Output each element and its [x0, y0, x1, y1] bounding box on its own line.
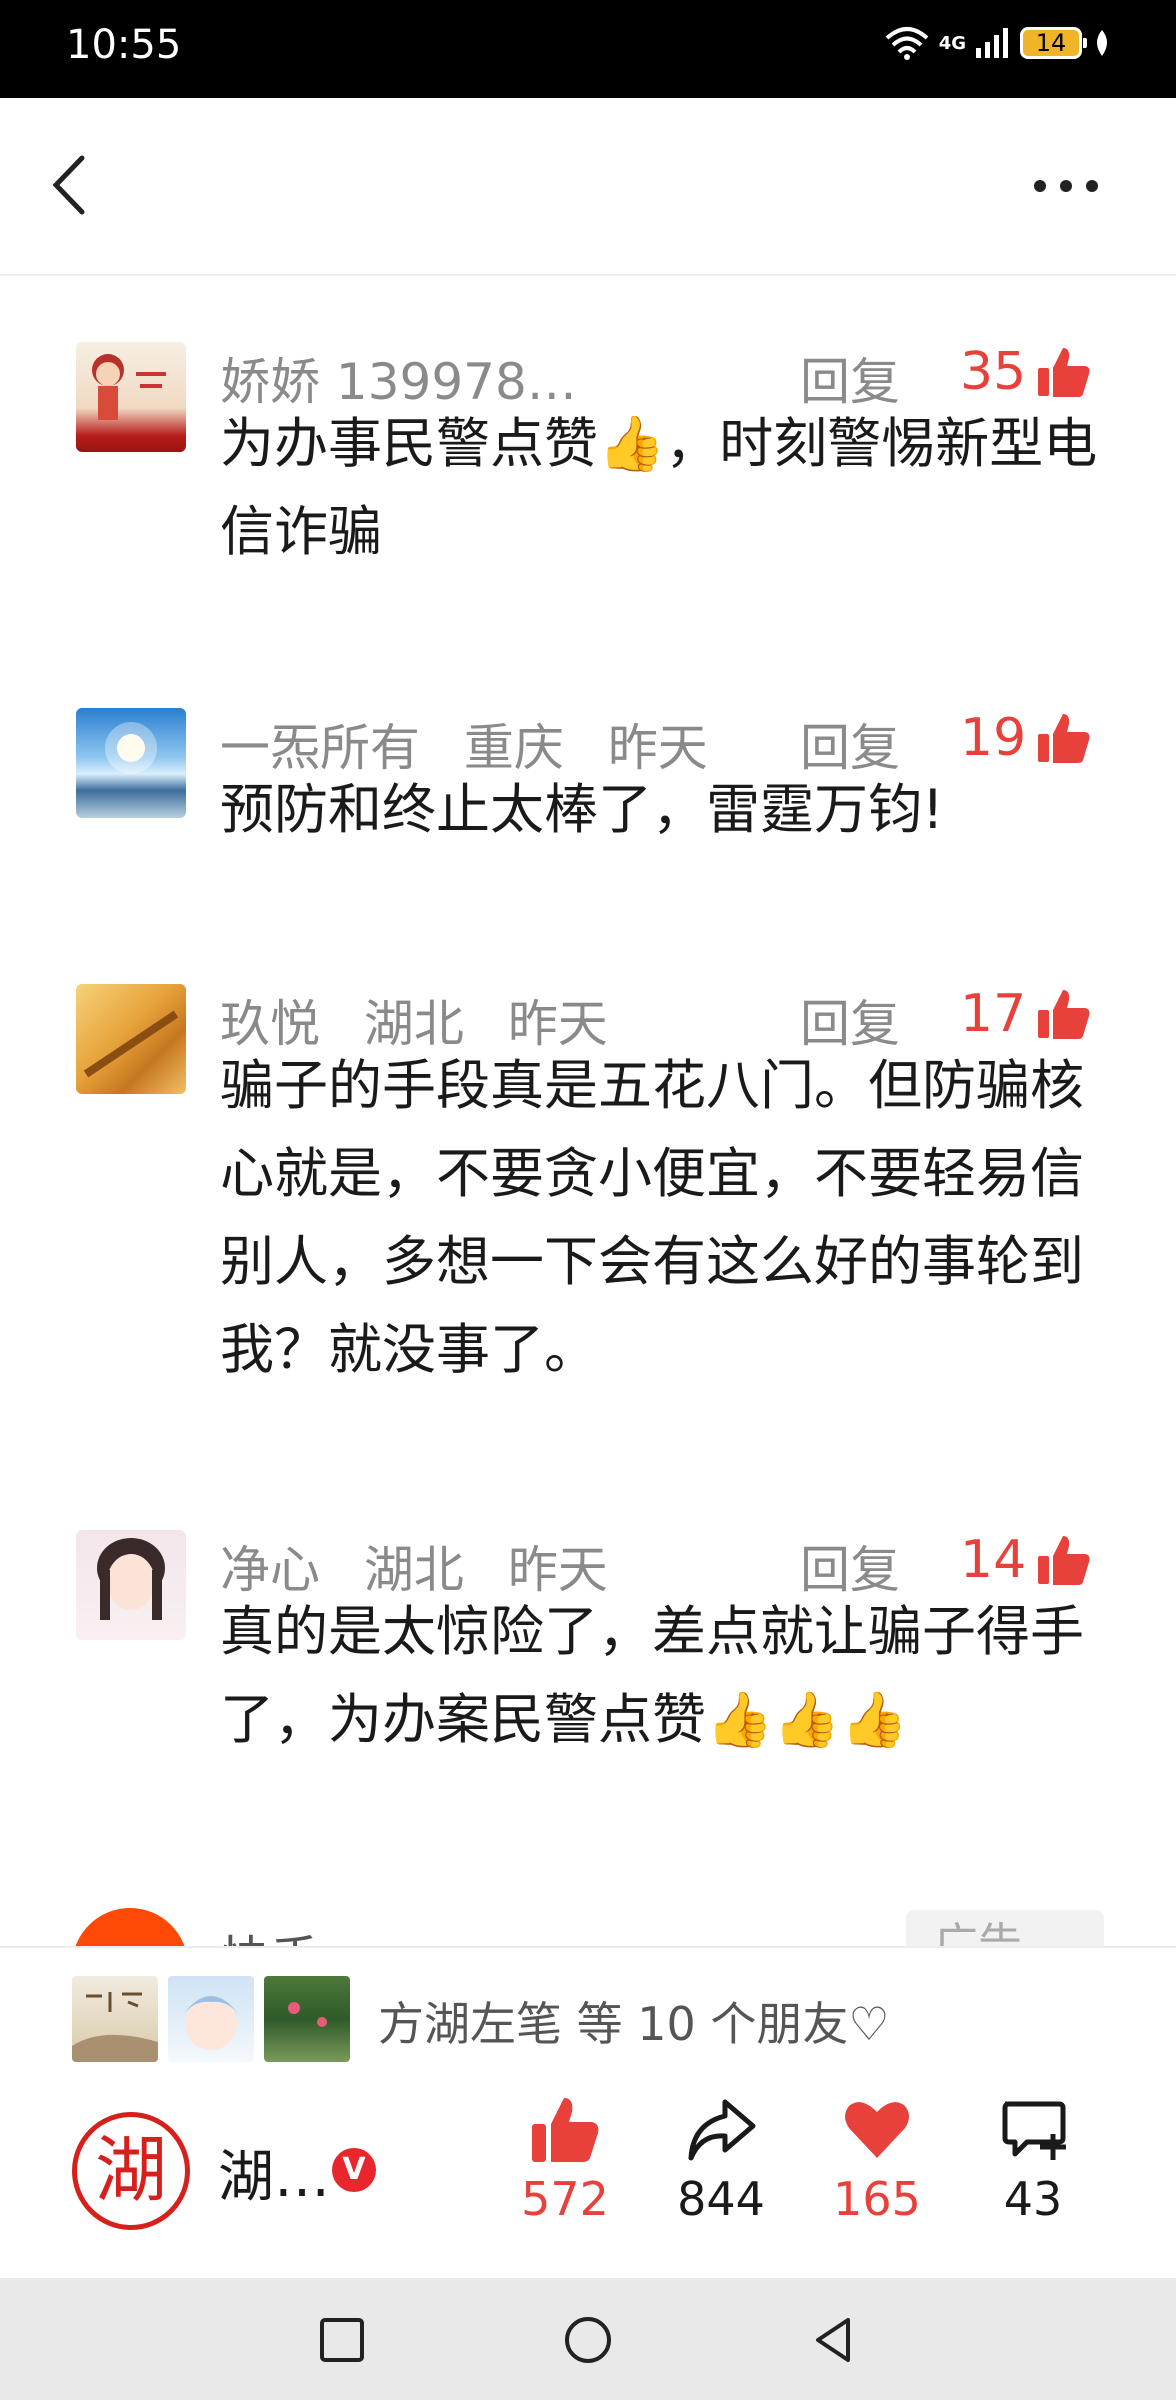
comment-text: 预防和终止太棒了，雷霆万钧! — [220, 778, 944, 841]
status-time: 10:55 — [66, 22, 182, 68]
home-icon[interactable] — [560, 2312, 616, 2368]
verified-badge-icon: V — [332, 2148, 376, 2192]
friend-thumbnail[interactable] — [264, 1976, 350, 2062]
avatar-image — [92, 354, 166, 420]
user-avatar[interactable] — [76, 984, 186, 1094]
user-avatar[interactable] — [76, 342, 186, 452]
signal-icon — [976, 28, 1008, 58]
comment-add-icon — [1002, 2101, 1066, 2160]
leaf-icon — [1097, 30, 1107, 56]
favorite-action-button[interactable]: 165 — [812, 2094, 942, 2226]
status-bar: 10:55 4G 14 — [0, 0, 1176, 98]
thumbs-up-icon[interactable] — [1036, 344, 1092, 400]
friend-image — [72, 1992, 158, 2062]
comment-count: 43 — [1003, 2172, 1063, 2226]
share-count: 844 — [677, 2172, 765, 2226]
friend-image — [288, 2002, 327, 2027]
wifi-icon — [885, 27, 929, 60]
friend-thumbnail[interactable] — [72, 1976, 158, 2062]
comment-like[interactable]: 14 — [960, 1530, 1092, 1590]
network-label: 4G — [938, 32, 966, 54]
chevron-left-icon[interactable] — [46, 150, 96, 220]
friend-thumbnail[interactable] — [168, 1976, 254, 2062]
back-triangle-icon[interactable] — [806, 2312, 862, 2368]
avatar-image — [105, 722, 157, 774]
like-count: 572 — [521, 2172, 609, 2226]
system-nav-bar — [0, 2278, 1176, 2400]
comment-text: 真的是太惊险了，差点就让骗子得手了，为办案民警点赞👍👍👍 — [220, 1600, 1084, 1751]
kuaishou-logo-icon — [72, 1908, 188, 1946]
account-logo[interactable]: 湖 — [72, 2112, 190, 2230]
account-name[interactable]: 湖… — [218, 2132, 330, 2213]
recent-apps-icon[interactable] — [314, 2312, 370, 2368]
comment-text: 骗子的手段真是五花八门。但防骗核心就是，不要贪小便宜，不要轻易信别人，多想一下会… — [220, 1054, 1084, 1381]
thumbs-up-icon[interactable] — [1036, 1532, 1092, 1588]
bottom-panel: 方湖左笔 等 10 个朋友♡ 湖 湖… V 572 844 165 43 — [0, 1946, 1176, 2280]
comment-action-button[interactable]: 43 — [968, 2094, 1098, 2226]
avatar-image — [83, 1010, 179, 1078]
ad-tag[interactable]: 广告 ⌄ — [906, 1910, 1104, 1946]
like-count: 14 — [960, 1530, 1027, 1590]
comment-like[interactable]: 17 — [960, 984, 1092, 1044]
thumbs-up-icon[interactable] — [1036, 986, 1092, 1042]
avatar-image — [97, 1538, 165, 1620]
comment-text: 为办事民警点赞👍，时刻警惕新型电信诈骗 — [220, 412, 1098, 563]
like-action-button[interactable]: 572 — [500, 2094, 630, 2226]
share-action-button[interactable]: 844 — [656, 2094, 786, 2226]
more-horizontal-icon[interactable] — [1030, 174, 1102, 198]
friend-image — [182, 1996, 240, 2050]
user-avatar[interactable] — [76, 1530, 186, 1640]
app-header — [0, 98, 1176, 276]
comment-list: 娇娇 139978… 回复 35 为办事民警点赞👍，时刻警惕新型电信诈骗 一炁所… — [0, 276, 1176, 1946]
comment-like[interactable]: 35 — [960, 342, 1092, 402]
user-avatar[interactable] — [76, 708, 186, 818]
status-icons: 4G 14 — [885, 26, 1112, 60]
heart-icon — [845, 2102, 909, 2158]
thumbs-up-icon — [532, 2098, 599, 2162]
like-count: 35 — [960, 342, 1027, 402]
like-count: 17 — [960, 984, 1027, 1044]
thumbs-up-icon[interactable] — [1036, 710, 1092, 766]
ad-name: 快手 — [220, 1920, 320, 1946]
friends-liked-text[interactable]: 方湖左笔 等 10 个朋友♡ — [378, 1988, 890, 2054]
favorite-count: 165 — [833, 2172, 921, 2226]
ad-item[interactable]: 快手 广告 ⌄ — [0, 1896, 1176, 1946]
like-count: 19 — [960, 708, 1027, 768]
share-arrow-icon — [688, 2099, 756, 2161]
comment-like[interactable]: 19 — [960, 708, 1092, 768]
battery-icon: 14 — [1020, 27, 1087, 59]
